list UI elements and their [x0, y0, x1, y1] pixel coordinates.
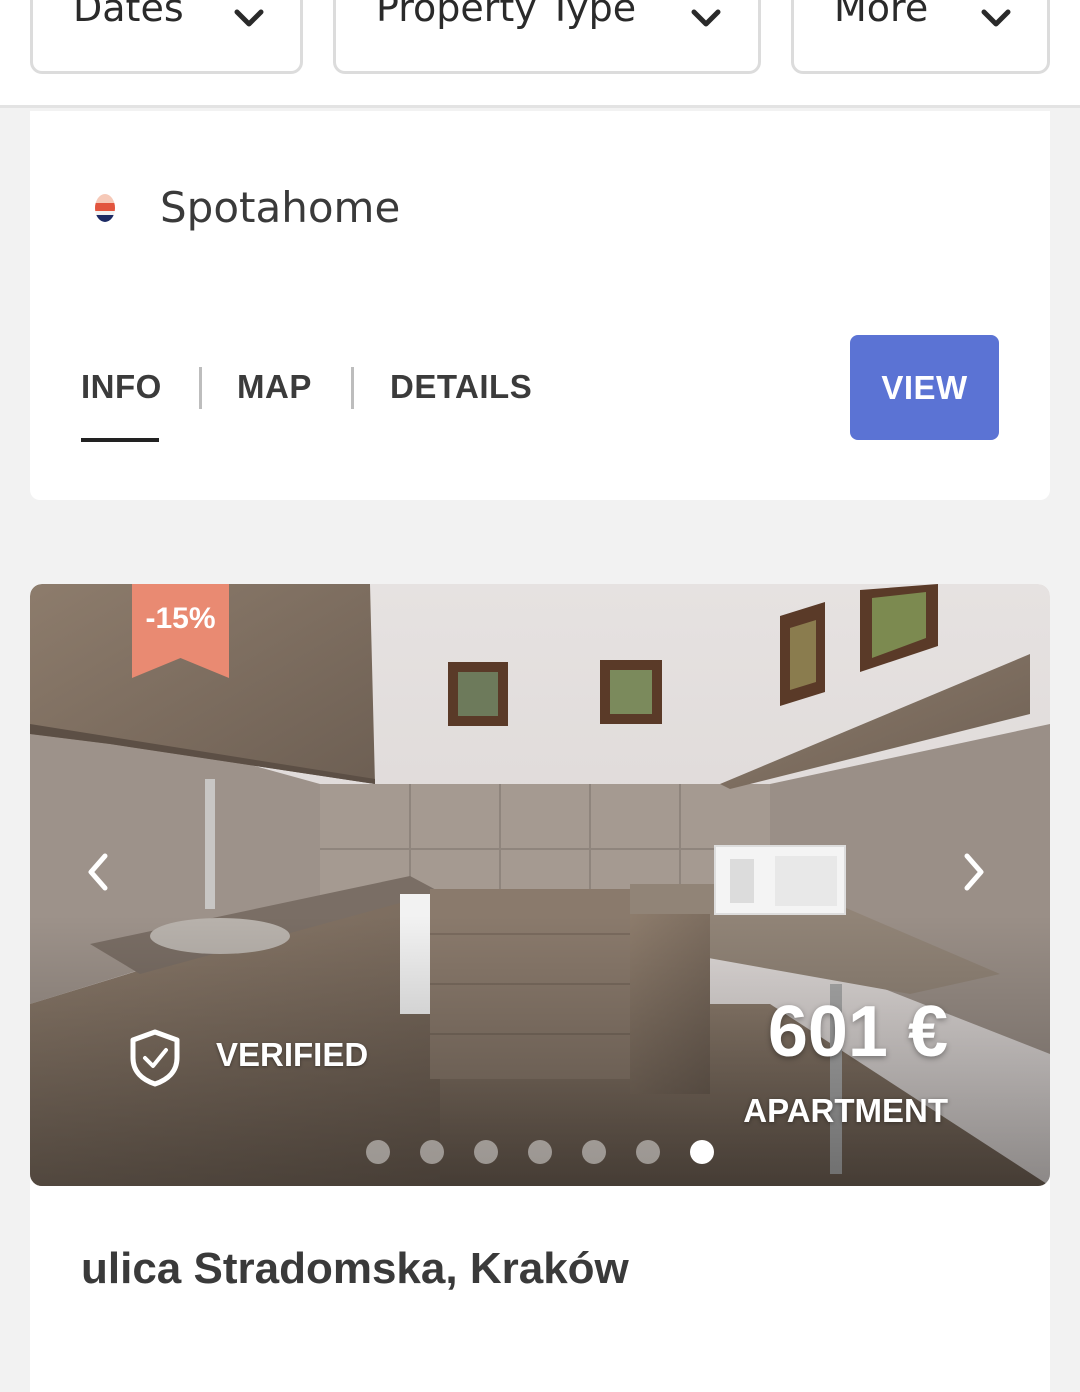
listing-card: -15% VERIFIED 601 € APARTMENT ulica Stra…	[30, 584, 1050, 1392]
filter-bar: Dates Property Type More	[0, 0, 1080, 108]
active-tab-indicator	[81, 438, 159, 442]
carousel-dot[interactable]	[582, 1140, 606, 1164]
carousel-dot[interactable]	[636, 1140, 660, 1164]
chevron-right-icon[interactable]	[954, 850, 994, 894]
carousel-dot-active[interactable]	[690, 1140, 714, 1164]
provider-name: Spotahome	[160, 183, 401, 232]
more-filter-label: More	[834, 0, 929, 30]
discount-label: -15%	[145, 602, 216, 635]
carousel-dot[interactable]	[366, 1140, 390, 1164]
chevron-down-icon	[691, 9, 721, 27]
listing-price: 601 €	[767, 992, 948, 1072]
more-filter[interactable]: More	[791, 0, 1050, 74]
property-type-filter-label: Property Type	[376, 0, 637, 30]
listing-card: Spotahome INFO MAP DETAILS VIEW	[30, 111, 1050, 500]
spotahome-logo	[95, 194, 115, 222]
carousel-dot[interactable]	[474, 1140, 498, 1164]
carousel-dot[interactable]	[528, 1140, 552, 1164]
tab-details[interactable]: DETAILS	[390, 367, 532, 407]
carousel-dot[interactable]	[420, 1140, 444, 1164]
tab-divider	[199, 367, 202, 409]
listing-photo-carousel[interactable]: -15% VERIFIED 601 € APARTMENT	[30, 584, 1050, 1186]
chevron-down-icon	[981, 9, 1011, 27]
chevron-down-icon	[234, 9, 264, 27]
property-type-filter[interactable]: Property Type	[333, 0, 761, 74]
tab-divider	[351, 367, 354, 409]
view-button[interactable]: VIEW	[850, 335, 999, 440]
verified-label: VERIFIED	[216, 1036, 369, 1073]
dates-filter-label: Dates	[73, 0, 184, 30]
listing-property-type: APARTMENT	[743, 1092, 948, 1129]
dates-filter[interactable]: Dates	[30, 0, 303, 74]
chevron-left-icon[interactable]	[78, 850, 118, 894]
shield-check-icon	[130, 1029, 180, 1087]
tab-map[interactable]: MAP	[237, 367, 312, 407]
listing-address: ulica Stradomska, Kraków	[81, 1244, 629, 1293]
tab-info[interactable]: INFO	[81, 367, 162, 407]
